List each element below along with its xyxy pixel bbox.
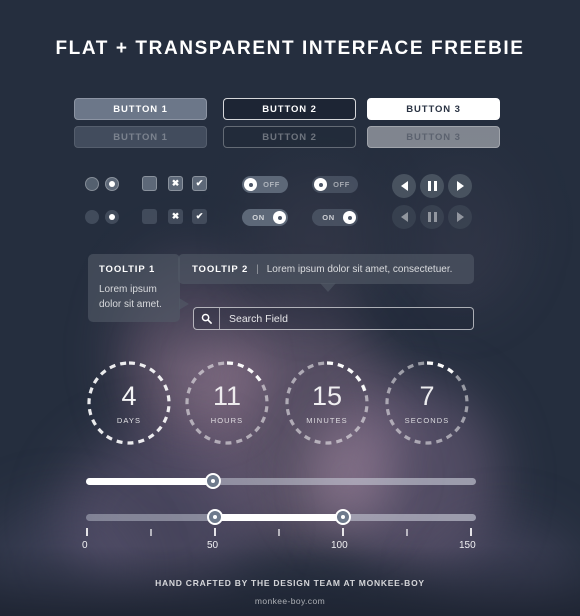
checkbox-empty[interactable] (142, 176, 157, 191)
toggle-knob (273, 211, 286, 224)
play-button[interactable] (448, 174, 472, 198)
button-1-disabled: BUTTON 1 (74, 126, 207, 148)
tooltip-2-body: Lorem ipsum dolor sit amet, consectetuer… (266, 263, 453, 275)
previous-icon (400, 212, 408, 222)
countdown-unit: MINUTES (306, 416, 348, 425)
countdown-unit: SECONDS (404, 416, 450, 425)
countdown-unit: HOURS (210, 416, 244, 425)
scale-label-150: 150 (459, 540, 476, 551)
radio-unchecked-disabled (85, 210, 99, 224)
checkbox-empty-disabled (142, 209, 157, 224)
scale-tick-minor (278, 529, 280, 536)
checkbox-check-disabled: ✔ (192, 209, 207, 224)
toggle-label: OFF (263, 180, 280, 189)
checkbox-check[interactable]: ✔ (192, 176, 207, 191)
countdown-value: 11 (212, 381, 242, 411)
tooltip-2: TOOLTIP 2 | Lorem ipsum dolor sit amet, … (178, 254, 474, 292)
button-3[interactable]: BUTTON 3 (367, 98, 500, 120)
toggle-label: OFF (333, 180, 350, 189)
previous-icon (400, 181, 408, 191)
scale-tick-major (342, 528, 344, 536)
toggle-knob (343, 211, 356, 224)
slider-range-handle-max[interactable] (335, 509, 351, 525)
play-button-disabled (448, 205, 472, 229)
tooltip-2-heading: TOOLTIP 2 (192, 263, 249, 275)
countdown-value: 7 (419, 381, 435, 411)
tooltip-2-tail (320, 283, 336, 292)
pause-icon (427, 181, 437, 191)
button-1[interactable]: BUTTON 1 (74, 98, 207, 120)
search-icon (194, 308, 220, 329)
pause-button[interactable] (420, 174, 444, 198)
tooltip-1-heading: TOOLTIP 1 (99, 264, 156, 275)
scale-tick-minor (150, 529, 152, 536)
scale-tick-major (470, 528, 472, 536)
scale-label-0: 0 (82, 540, 88, 551)
countdown-value: 4 (121, 381, 137, 411)
tooltip-2-separator: | (256, 263, 259, 275)
slider-range-handle-min[interactable] (207, 509, 223, 525)
toggle-knob (244, 178, 257, 191)
screenshot-root: FLAT + TRANSPARENT INTERFACE FREEBIE BUT… (0, 0, 580, 616)
radio-unchecked[interactable] (85, 177, 99, 191)
slider-range-fill (215, 514, 343, 521)
checkbox-cross-disabled: ✖ (168, 209, 183, 224)
previous-button[interactable] (392, 174, 416, 198)
countdown-unit: DAYS (116, 416, 142, 425)
toggle-off-1[interactable]: OFF (242, 176, 288, 193)
toggle-off-2[interactable]: OFF (312, 176, 358, 193)
tooltip-1-tail (179, 298, 189, 310)
button-2-disabled: BUTTON 2 (223, 126, 356, 148)
footer-site: monkee-boy.com (254, 596, 326, 606)
page-title: FLAT + TRANSPARENT INTERFACE FREEBIE (55, 38, 525, 59)
countdown-minutes: 15 MINUTES (284, 360, 370, 446)
countdown-value: 15 (311, 381, 343, 411)
footer-credit: HAND CRAFTED BY THE DESIGN TEAM AT MONKE… (155, 578, 425, 588)
scale-tick-major (214, 528, 216, 536)
pause-button-disabled (420, 205, 444, 229)
radio-dot (109, 181, 115, 187)
play-icon (456, 212, 464, 222)
radio-checked-disabled (105, 210, 119, 224)
scale-label-100: 100 (331, 540, 348, 551)
scale-tick-major (86, 528, 88, 536)
pause-icon (427, 212, 437, 222)
radio-checked[interactable] (105, 177, 119, 191)
button-3-disabled: BUTTON 3 (367, 126, 500, 148)
scale-tick-minor (406, 529, 408, 536)
slider-single-fill (86, 478, 219, 485)
play-icon (456, 181, 464, 191)
scale-label-50: 50 (207, 540, 219, 551)
toggle-on-1[interactable]: ON (242, 209, 288, 226)
tooltip-1-body: Lorem ipsum dolor sit amet. (99, 284, 162, 310)
toggle-label: ON (252, 213, 265, 222)
toggle-label: ON (322, 213, 335, 222)
radio-dot (109, 214, 115, 220)
toggle-knob (314, 178, 327, 191)
countdown-seconds: 7 SECONDS (384, 360, 470, 446)
tooltip-1: TOOLTIP 1 Lorem ipsum dolor sit amet. (88, 254, 189, 322)
search-field[interactable]: Search Field (193, 307, 474, 330)
search-input[interactable]: Search Field (220, 313, 288, 325)
slider-single-handle[interactable] (205, 473, 221, 489)
countdown-hours: 11 HOURS (184, 360, 270, 446)
countdown-days: 4 DAYS (86, 360, 172, 446)
checkbox-cross[interactable]: ✖ (168, 176, 183, 191)
previous-button-disabled (392, 205, 416, 229)
toggle-on-2[interactable]: ON (312, 209, 358, 226)
button-2[interactable]: BUTTON 2 (223, 98, 356, 120)
